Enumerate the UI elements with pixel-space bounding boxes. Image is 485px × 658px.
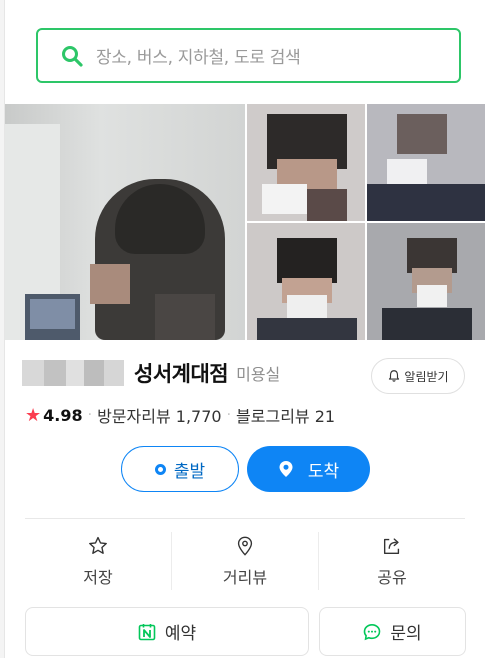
share-label: 공유	[377, 567, 407, 587]
photo-gallery[interactable]	[5, 104, 485, 340]
divider	[25, 518, 465, 519]
main-photo[interactable]	[5, 104, 245, 340]
route-start-button[interactable]: 출발	[121, 446, 239, 492]
place-category: 미용실	[236, 365, 281, 384]
gallery-photo-2[interactable]	[367, 104, 485, 221]
visitor-reviews-link[interactable]: 방문자리뷰 1,770	[97, 403, 222, 427]
bell-icon	[389, 370, 400, 382]
separator-dot: ·	[87, 407, 93, 423]
naver-booking-icon	[138, 623, 156, 640]
route-arrive-button[interactable]: 도착	[247, 446, 370, 492]
chat-bubble-icon	[364, 623, 381, 640]
gallery-photo-3[interactable]	[247, 223, 365, 340]
gallery-photo-1[interactable]	[247, 104, 365, 221]
save-label: 저장	[83, 567, 113, 587]
review-stats: ★ 4.98 · 방문자리뷰 1,770 · 블로그리뷰 21	[25, 403, 335, 427]
action-bar: 저장 거리뷰 공유	[25, 530, 465, 592]
blog-reviews-link[interactable]: 블로그리뷰 21	[236, 403, 335, 427]
place-title: 성서계대점 미용실	[22, 356, 280, 390]
notify-label: 알림받기	[404, 369, 449, 384]
place-name[interactable]: 성서계대점	[134, 358, 229, 388]
rating-value: 4.98	[43, 405, 83, 425]
inquiry-button[interactable]: 문의	[319, 607, 466, 656]
notify-button[interactable]: 알림받기	[371, 358, 465, 394]
search-box[interactable]: 장소, 버스, 지하철, 도로 검색	[36, 28, 461, 83]
rating-star-icon: ★	[25, 404, 42, 426]
search-placeholder: 장소, 버스, 지하철, 도로 검색	[96, 48, 301, 68]
separator-dot: ·	[226, 407, 232, 423]
search-icon	[62, 45, 83, 67]
inquiry-label: 문의	[390, 624, 422, 644]
save-button[interactable]: 저장	[25, 530, 171, 592]
share-icon	[383, 537, 400, 554]
route-arrive-label: 도착	[307, 461, 340, 482]
route-start-label: 출발	[173, 461, 206, 482]
origin-dot-icon	[154, 463, 166, 475]
gallery-photo-4[interactable]	[367, 223, 485, 340]
street-view-label: 거리뷰	[222, 567, 268, 587]
street-view-button[interactable]: 거리뷰	[172, 530, 318, 592]
booking-button[interactable]: 예약	[25, 607, 309, 656]
booking-label: 예약	[164, 624, 197, 644]
share-button[interactable]: 공유	[319, 530, 465, 592]
star-outline-icon	[89, 536, 107, 554]
blurred-brand-name	[22, 360, 124, 386]
location-pin-icon	[279, 461, 293, 477]
map-pin-outline-icon	[237, 536, 253, 556]
